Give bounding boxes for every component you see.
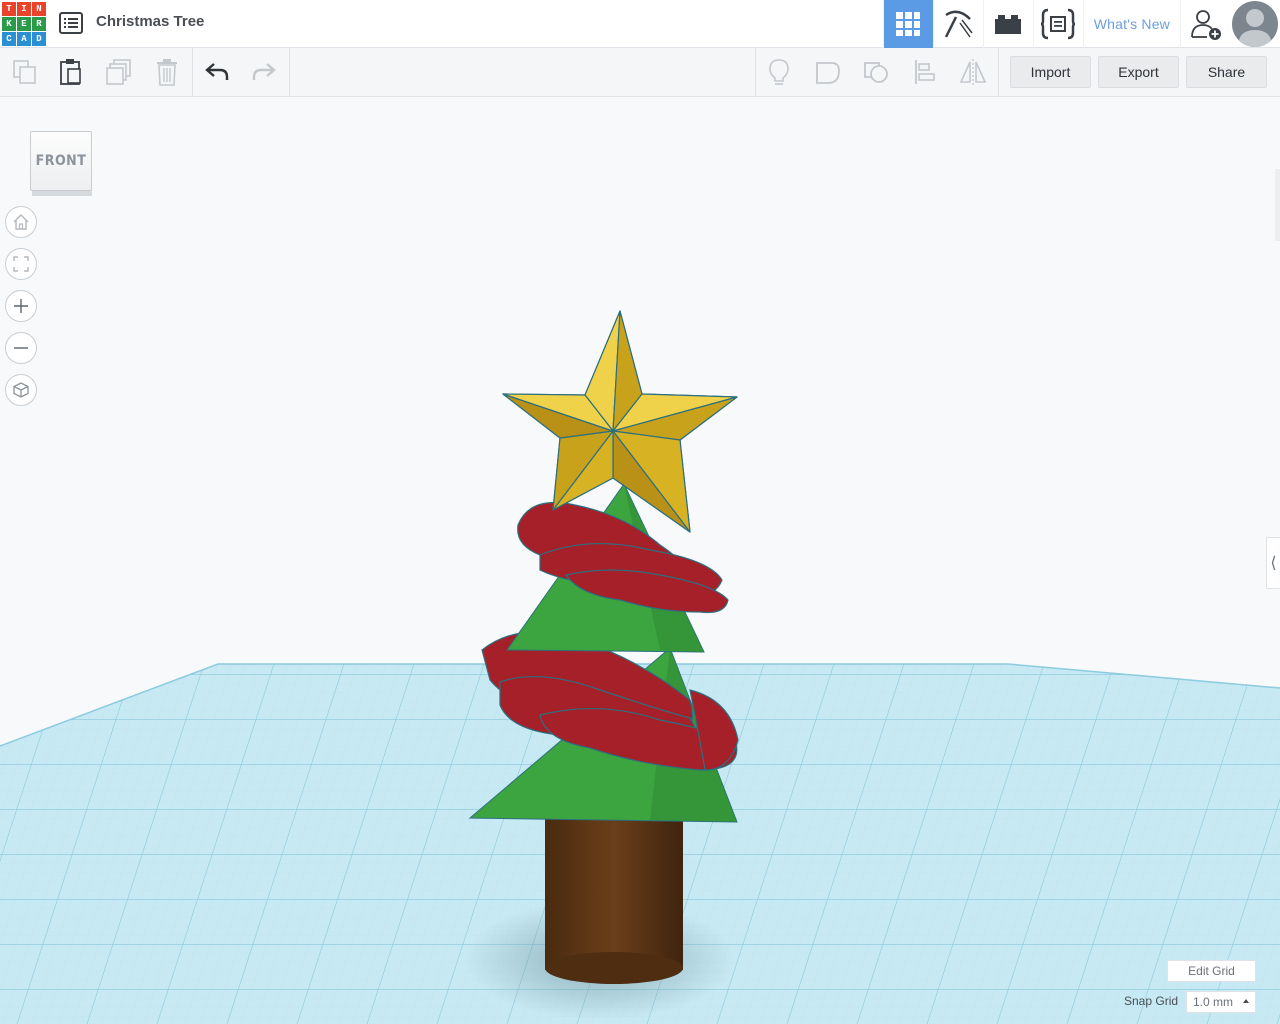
home-view-button[interactable] — [5, 206, 37, 238]
top-bar: TIN KER CAD Christmas Tree What's New — [0, 0, 1280, 48]
logo-letter: A — [17, 32, 31, 46]
export-button[interactable]: Export — [1098, 56, 1179, 88]
logo-letter: C — [2, 32, 16, 46]
view-switcher: What's New — [882, 0, 1280, 48]
snap-grid-label: Snap Grid — [1124, 994, 1179, 1008]
copy-button[interactable] — [2, 48, 48, 96]
blocks-view-button[interactable] — [932, 0, 983, 48]
snap-grid-value: 1.0 mm — [1193, 995, 1234, 1009]
ungroup-button[interactable] — [853, 48, 899, 96]
redo-icon — [252, 63, 276, 80]
import-button[interactable]: Import — [1010, 56, 1091, 88]
grid-3d-design-icon — [896, 12, 921, 36]
caret-up-icon — [1243, 999, 1249, 1003]
minus-icon — [14, 347, 28, 349]
edit-grid-button[interactable]: Edit Grid — [1167, 960, 1256, 982]
bricks-icon — [995, 15, 1022, 34]
snap-grid-select[interactable]: 1.0 mm — [1186, 991, 1256, 1013]
user-avatar[interactable] — [1232, 1, 1278, 47]
fit-view-button[interactable] — [5, 248, 37, 280]
zoom-out-button[interactable] — [5, 332, 37, 364]
codeblocks-view-button[interactable] — [1032, 0, 1083, 48]
tree-trunk-cylinder[interactable] — [545, 800, 683, 984]
fit-all-icon — [13, 256, 29, 272]
whats-new-link[interactable]: What's New — [1082, 0, 1180, 48]
home-icon — [13, 214, 29, 230]
undo-button[interactable] — [194, 48, 240, 96]
tinkercad-logo[interactable]: TIN KER CAD — [2, 2, 46, 46]
notes-button[interactable] — [756, 48, 802, 96]
duplicate-button[interactable] — [96, 48, 142, 96]
ungroup-shapes-icon — [864, 62, 888, 83]
plus-icon — [14, 299, 28, 313]
pickaxe-blocks-icon — [945, 10, 973, 38]
logo-letter: R — [32, 17, 46, 31]
logo-letter: K — [2, 17, 16, 31]
invite-user-button[interactable] — [1180, 0, 1230, 48]
3d-design-view-button[interactable] — [882, 0, 933, 48]
add-user-icon — [1190, 10, 1221, 40]
codeblocks-icon — [1041, 8, 1076, 40]
logo-letter: I — [17, 2, 31, 16]
view-cube[interactable]: FRONT — [30, 131, 92, 197]
logo-letter: N — [32, 2, 46, 16]
share-button[interactable]: Share — [1186, 56, 1267, 88]
scene-canvas[interactable] — [0, 97, 1280, 1024]
list-icon — [59, 12, 83, 34]
logo-letter: D — [32, 32, 46, 46]
shapes-panel-toggle[interactable]: ⟨ — [1266, 537, 1280, 589]
duplicate-icon — [106, 59, 131, 85]
group-button[interactable] — [805, 48, 851, 96]
mirror-icon — [959, 59, 987, 85]
logo-letter: E — [17, 17, 31, 31]
side-panel-edge — [1275, 169, 1280, 241]
trash-icon — [157, 59, 177, 86]
3d-viewport[interactable]: FRONT ⟨ Edit Grid Snap Grid 1.0 mm — [0, 97, 1280, 1024]
copy-icon — [13, 60, 36, 84]
document-title[interactable]: Christmas Tree — [96, 13, 204, 30]
edit-toolbar: Import Export Share — [0, 48, 1280, 97]
group-shapes-icon — [816, 62, 840, 84]
zoom-in-button[interactable] — [5, 290, 37, 322]
chevron-left-icon: ⟨ — [1270, 555, 1277, 572]
paste-icon — [60, 59, 81, 85]
view-cube-front-face[interactable]: FRONT — [30, 131, 92, 191]
align-icon — [915, 60, 935, 84]
user-silhouette-icon — [1238, 9, 1272, 47]
design-list-button[interactable] — [58, 11, 84, 35]
paste-button[interactable] — [48, 48, 94, 96]
delete-button[interactable] — [144, 48, 190, 96]
bricks-view-button[interactable] — [982, 0, 1033, 48]
align-button[interactable] — [902, 48, 948, 96]
undo-icon — [205, 63, 229, 80]
perspective-toggle-button[interactable] — [5, 374, 37, 406]
lightbulb-icon — [769, 59, 789, 85]
logo-letter: T — [2, 2, 16, 16]
redo-button[interactable] — [241, 48, 287, 96]
cube-icon — [13, 382, 29, 398]
mirror-button[interactable] — [950, 48, 996, 96]
